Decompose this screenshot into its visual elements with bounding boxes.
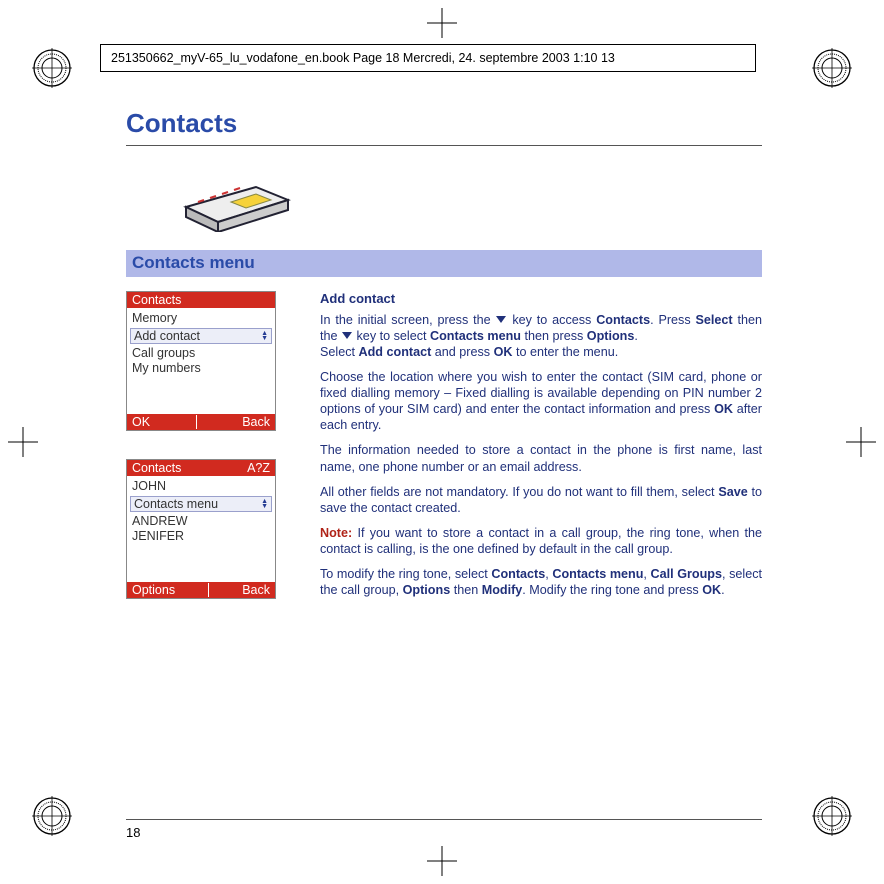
- down-key-icon: [342, 332, 352, 339]
- phone-mockups-column: Contacts Memory Add contact ▲▼ Call grou…: [126, 291, 296, 627]
- phone1-header: Contacts: [127, 292, 275, 308]
- page-title: Contacts: [126, 108, 762, 139]
- body-subheading: Add contact: [320, 291, 762, 308]
- phone1-footer: OK Back: [127, 413, 275, 430]
- body-paragraph-note: Note: If you want to store a contact in …: [320, 525, 762, 557]
- phone2-highlighted-row: Contacts menu ▲▼: [130, 496, 272, 512]
- phone2-softkey-right: Back: [242, 583, 270, 597]
- phone-screen-contacts-list: Contacts A?Z JOHN Contacts menu ▲▼ ANDRE…: [126, 459, 276, 599]
- phone1-highlight-text: Add contact: [134, 329, 200, 343]
- crop-mark-left: [8, 427, 38, 457]
- section-heading-bar: Contacts menu: [126, 250, 762, 277]
- crop-mark-bottom: [427, 846, 457, 876]
- phone2-header-left: Contacts: [132, 461, 181, 475]
- spinner-icon: ▲▼: [261, 499, 268, 509]
- header-text: 251350662_myV-65_lu_vodafone_en.book Pag…: [111, 51, 615, 65]
- document-header-line: 251350662_myV-65_lu_vodafone_en.book Pag…: [100, 44, 756, 72]
- footer-rule: [126, 819, 762, 820]
- phone2-body: JOHN Contacts menu ▲▼ ANDREW JENIFER: [127, 476, 275, 581]
- phone2-row-andrew: ANDREW: [132, 514, 270, 529]
- phone1-row-memory: Memory: [132, 311, 270, 326]
- crop-mark-top: [427, 8, 457, 38]
- phone1-highlighted-row: Add contact ▲▼: [130, 328, 272, 344]
- phone1-row-mynumbers: My numbers: [132, 361, 270, 376]
- page-frame: 251350662_myV-65_lu_vodafone_en.book Pag…: [90, 38, 794, 846]
- phone2-row-jenifer: JENIFER: [132, 529, 270, 544]
- page-content: Contacts Contacts menu: [126, 108, 762, 816]
- body-text-column: Add contact In the initial screen, press…: [320, 291, 762, 627]
- registration-mark-bottom-left: [32, 796, 72, 836]
- softkey-divider: [208, 583, 209, 597]
- phone2-header-right: A?Z: [247, 461, 270, 475]
- phone-screen-contacts-menu: Contacts Memory Add contact ▲▼ Call grou…: [126, 291, 276, 431]
- phone1-softkey-right: Back: [242, 415, 270, 429]
- body-paragraph-1: In the initial screen, press the key to …: [320, 312, 762, 360]
- title-rule: [126, 145, 762, 146]
- phone2-highlight-text: Contacts menu: [134, 497, 218, 511]
- body-paragraph-3: The information needed to store a contac…: [320, 442, 762, 474]
- phone2-row-john: JOHN: [132, 479, 270, 494]
- registration-mark-top-right: [812, 48, 852, 88]
- body-paragraph-4: All other fields are not mandatory. If y…: [320, 484, 762, 516]
- page-number: 18: [126, 825, 140, 840]
- phone1-row-callgroups: Call groups: [132, 346, 270, 361]
- softkey-divider: [196, 415, 197, 429]
- phone2-header: Contacts A?Z: [127, 460, 275, 476]
- note-label: Note:: [320, 526, 352, 540]
- registration-mark-top-left: [32, 48, 72, 88]
- phone1-softkey-left: OK: [132, 415, 150, 429]
- sim-card-icon: [176, 162, 762, 232]
- phone2-softkey-left: Options: [132, 583, 175, 597]
- phone1-body: Memory Add contact ▲▼ Call groups My num…: [127, 308, 275, 413]
- body-paragraph-2: Choose the location where you wish to en…: [320, 369, 762, 433]
- spinner-icon: ▲▼: [261, 331, 268, 341]
- registration-mark-bottom-right: [812, 796, 852, 836]
- section-heading-text: Contacts menu: [132, 253, 255, 272]
- phone2-footer: Options Back: [127, 581, 275, 598]
- phone1-header-text: Contacts: [132, 293, 181, 307]
- crop-mark-right: [846, 427, 876, 457]
- body-paragraph-6: To modify the ring tone, select Contacts…: [320, 566, 762, 598]
- down-key-icon: [496, 316, 506, 323]
